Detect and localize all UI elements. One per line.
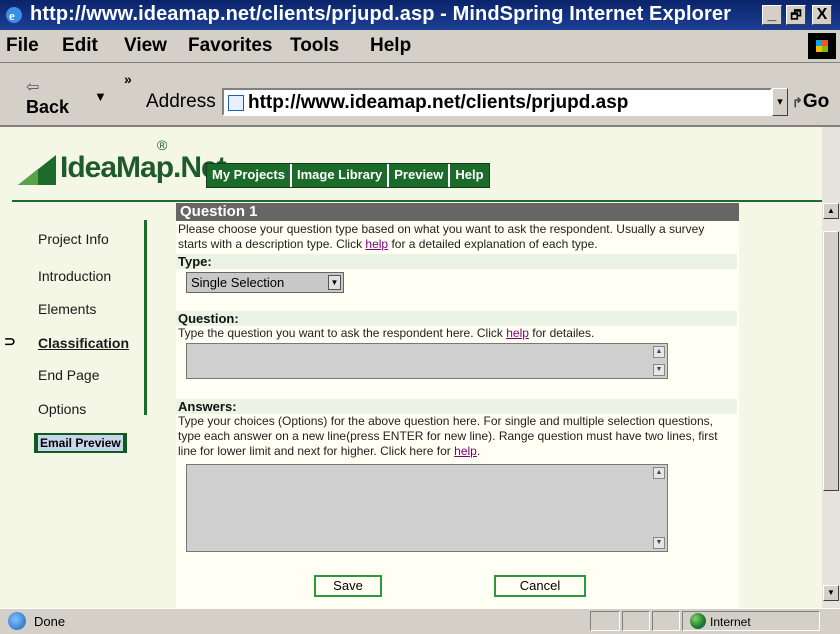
question-help-link[interactable]: help (506, 326, 529, 340)
menu-help[interactable]: Help (370, 35, 411, 57)
windows-logo-icon (808, 33, 836, 59)
status-text: Done (34, 614, 66, 629)
status-bar: Done Internet (0, 608, 840, 634)
email-preview-button[interactable]: Email Preview (34, 433, 127, 453)
address-url: http://www.ideamap.net/clients/prjupd.as… (248, 92, 629, 113)
vertical-scrollbar[interactable]: ▲ ▼ (822, 127, 840, 608)
back-dropdown-icon[interactable]: ▼ (94, 89, 107, 104)
scroll-up-icon[interactable]: ▲ (653, 346, 665, 358)
question-label: Question: (176, 311, 737, 326)
back-label: Back (26, 97, 70, 117)
scroll-down-icon[interactable]: ▼ (653, 537, 665, 549)
answers-label: Answers: (176, 399, 737, 414)
go-label: Go (802, 91, 830, 112)
sidebar-item-classification[interactable]: Classification (38, 335, 129, 351)
menu-edit[interactable]: Edit (62, 35, 98, 57)
nav-image-library[interactable]: Image Library (292, 164, 390, 187)
restore-button[interactable]: 🗗 (786, 5, 806, 25)
page-status-icon (8, 612, 26, 630)
toolbar: ⇦ Back ▼ » Address http://www.ideamap.ne… (0, 63, 840, 127)
zone-text: Internet (710, 615, 751, 629)
email-preview-label: Email Preview (38, 435, 123, 451)
internet-explorer-icon: e (6, 7, 22, 23)
window-title: http://www.ideamap.net/clients/prjupd.as… (30, 3, 731, 25)
question-form: Question 1 Please choose your question t… (176, 203, 739, 608)
go-arrow-icon: ↱ (792, 95, 803, 110)
sidebar-item-options[interactable]: Options (38, 401, 86, 417)
address-input[interactable]: http://www.ideamap.net/clients/prjupd.as… (222, 88, 772, 116)
type-help-link[interactable]: help (365, 237, 388, 251)
sidebar-item-elements[interactable]: Elements (38, 301, 96, 317)
page-icon (228, 95, 244, 111)
question-heading: Question 1 (176, 203, 739, 221)
menu-file[interactable]: File (6, 35, 39, 57)
scroll-thumb[interactable] (823, 231, 839, 491)
toolbar-overflow-icon[interactable]: » (124, 71, 132, 87)
save-button[interactable]: Save (314, 575, 382, 597)
nav-my-projects[interactable]: My Projects (207, 164, 292, 187)
answers-textarea[interactable]: ▲ ▼ (186, 464, 668, 552)
svg-text:e: e (9, 8, 15, 23)
menu-view[interactable]: View (124, 35, 167, 57)
title-bar: e http://www.ideamap.net/clients/prjupd.… (0, 0, 840, 30)
scroll-down-icon[interactable]: ▼ (653, 364, 665, 376)
logo-mark-icon (18, 155, 56, 185)
question-instructions: Type the question you want to ask the re… (178, 326, 595, 340)
menu-tools[interactable]: Tools (290, 35, 339, 57)
sidebar-item-introduction[interactable]: Introduction (38, 268, 111, 284)
scroll-up-icon[interactable]: ▲ (653, 467, 665, 479)
sidebar-divider (144, 220, 147, 415)
type-select[interactable]: Single Selection ▼ (186, 272, 344, 293)
cancel-button[interactable]: Cancel (494, 575, 586, 597)
answers-instructions: Type your choices (Options) for the abov… (178, 414, 718, 458)
back-button[interactable]: ⇦ Back ▼ (18, 77, 108, 119)
internet-zone-icon (690, 613, 706, 629)
nav-preview[interactable]: Preview (389, 164, 451, 187)
menu-favorites[interactable]: Favorites (188, 35, 272, 57)
registered-mark: ® (157, 137, 168, 153)
go-button[interactable]: ↱Go (792, 91, 829, 113)
header-divider (12, 200, 822, 202)
scroll-down-icon[interactable]: ▼ (823, 585, 839, 601)
menu-bar: File Edit View Favorites Tools Help (0, 30, 840, 63)
sidebar: Project Info Introduction Elements ⊃ Cla… (0, 205, 150, 605)
select-arrow-icon[interactable]: ▼ (328, 275, 341, 290)
type-instructions: Please choose your question type based o… (178, 222, 705, 251)
answers-help-link[interactable]: help (454, 444, 477, 458)
back-arrow-icon: ⇦ (26, 79, 40, 96)
close-button[interactable]: X (812, 5, 832, 25)
type-label: Type: (176, 254, 737, 269)
address-dropdown-icon[interactable]: ▾ (772, 88, 788, 116)
minimize-button[interactable]: _ (762, 5, 782, 25)
address-label: Address (146, 91, 216, 112)
question-textarea[interactable]: ▲ ▼ (186, 343, 668, 379)
type-select-value: Single Selection (191, 275, 285, 290)
sidebar-item-end-page[interactable]: End Page (38, 367, 100, 383)
site-nav: My Projects Image Library Preview Help (206, 163, 490, 188)
page-viewport: IdeaMap.Net ® My Projects Image Library … (0, 127, 822, 608)
nav-help[interactable]: Help (450, 164, 488, 187)
logo-text: IdeaMap.Net (60, 151, 227, 184)
scroll-up-icon[interactable]: ▲ (823, 203, 839, 219)
sidebar-item-project-info[interactable]: Project Info (38, 231, 109, 247)
active-marker-icon: ⊃ (4, 333, 16, 349)
